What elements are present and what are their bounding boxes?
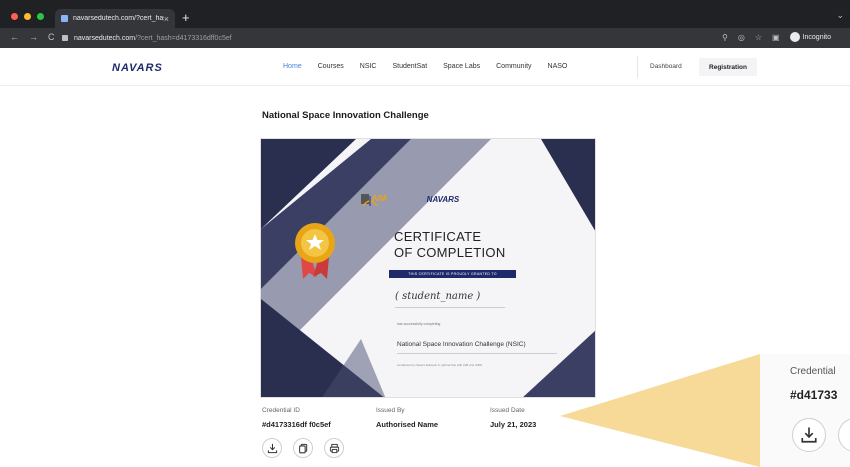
certificate-image: AIM NAVARS CERTIFICATE OF COMPLETION THI… xyxy=(260,138,596,398)
zoom-credential-label: Credential xyxy=(790,366,836,377)
zoom-actions xyxy=(792,418,850,452)
download-icon xyxy=(267,443,277,453)
download-button[interactable] xyxy=(262,438,282,458)
lock-icon xyxy=(62,35,68,41)
program-underline xyxy=(397,353,557,354)
nav-naso[interactable]: NASO xyxy=(548,63,568,70)
nav-community[interactable]: Community xyxy=(496,63,531,70)
issued-by-field: Issued By Authorised Name xyxy=(376,407,490,429)
issued-date-value: July 21, 2023 xyxy=(490,420,537,429)
favicon-icon xyxy=(61,15,68,22)
incognito-label: Incognito xyxy=(802,33,831,41)
print-icon xyxy=(329,443,339,453)
forward-button[interactable]: → xyxy=(29,32,38,42)
new-tab-button[interactable]: + xyxy=(182,10,190,25)
zoom-download-icon xyxy=(801,427,817,443)
back-button[interactable]: ← xyxy=(10,32,19,42)
certificate-footnote: conducted by Navars Edutech in partnersh… xyxy=(397,363,483,367)
copy-button[interactable] xyxy=(293,438,313,458)
credential-id-field: Credential ID #d4173316df f0c5ef xyxy=(262,407,376,429)
page-title: National Space Innovation Challenge xyxy=(262,110,429,121)
print-button[interactable] xyxy=(324,438,344,458)
dashboard-link[interactable]: Dashboard xyxy=(650,63,682,70)
reload-button[interactable]: C xyxy=(48,32,55,42)
address-bar-row: ← → C navarsedutech.com/?cert_hash=d4173… xyxy=(0,28,850,48)
certificate-heading-line1: CERTIFICATE xyxy=(394,229,482,244)
incognito-icon xyxy=(789,32,800,42)
certificate-program: National Space Innovation Challenge (NSI… xyxy=(397,341,526,348)
incognito-indicator[interactable]: Incognito xyxy=(789,32,831,42)
tab-search-chevron-icon[interactable]: ⌄ xyxy=(836,10,844,21)
credential-id-label: Credential ID xyxy=(262,407,300,414)
registration-button[interactable]: Registration xyxy=(699,58,757,76)
issued-by-label: Issued By xyxy=(376,407,405,414)
certificate-subtext: has successfully completing xyxy=(397,322,441,326)
star-icon[interactable]: ☆ xyxy=(755,33,762,42)
site-logo[interactable]: NAVARS xyxy=(112,62,163,74)
copy-icon xyxy=(298,443,307,453)
maximize-window-button[interactable] xyxy=(37,13,44,20)
nav-home[interactable]: Home xyxy=(283,63,302,70)
certificate-recipient: ( student_name ) xyxy=(395,291,481,302)
tab-close-icon[interactable]: × xyxy=(164,14,169,24)
browser-tab-bar: navarsedutech.com/?cert_has × + ⌄ xyxy=(0,0,850,28)
nav-space-labs[interactable]: Space Labs xyxy=(443,63,480,70)
issued-by-value: Authorised Name xyxy=(376,420,439,429)
eye-off-icon[interactable]: ◎ xyxy=(738,33,745,42)
header-divider xyxy=(637,56,638,78)
window-controls xyxy=(11,13,44,20)
nav-courses[interactable]: Courses xyxy=(318,63,344,70)
side-panel-icon[interactable]: ▣ xyxy=(772,33,780,42)
zoom-inset: Credential #d41733 xyxy=(760,354,850,467)
isro-logo-icon xyxy=(362,196,378,207)
certificate-heading: CERTIFICATE OF COMPLETION xyxy=(394,229,506,261)
issued-date-field: Issued Date July 21, 2023 xyxy=(490,407,604,429)
zoom-download-button[interactable] xyxy=(792,418,826,452)
url-field[interactable]: navarsedutech.com/?cert_hash=d4173316dff… xyxy=(62,31,662,45)
certificate-background xyxy=(261,139,595,397)
url-host: navarsedutech.com xyxy=(74,34,136,42)
browser-tab[interactable]: navarsedutech.com/?cert_has × xyxy=(55,9,175,28)
certificate-heading-line2: OF COMPLETION xyxy=(394,245,506,260)
close-window-button[interactable] xyxy=(11,13,18,20)
zoom-icon[interactable]: ⚲ xyxy=(722,33,728,42)
certificate-banner: THIS CERTIFICATE IS PROUDLY GRANTED TO xyxy=(389,270,516,278)
url-path: /?cert_hash=d4173316dff0c5ef xyxy=(135,34,232,42)
certificate-navars-logo: NAVARS xyxy=(426,194,460,204)
issued-date-label: Issued Date xyxy=(490,407,525,414)
recipient-underline xyxy=(395,307,505,308)
zoom-copy-button[interactable] xyxy=(838,418,850,452)
site-header: NAVARS Home Courses NSIC StudentSat Spac… xyxy=(0,48,850,86)
credential-details: Credential ID #d4173316df f0c5ef Issued … xyxy=(262,407,604,429)
certificate-logos: AIM NAVARS xyxy=(361,194,460,207)
nav-studentsat[interactable]: StudentSat xyxy=(393,63,428,70)
minimize-window-button[interactable] xyxy=(24,13,31,20)
certificate-actions xyxy=(262,438,344,458)
credential-id-value: #d4173316df f0c5ef xyxy=(262,420,331,429)
zoom-credential-value: #d41733 xyxy=(790,388,838,402)
tab-title: navarsedutech.com/?cert_has xyxy=(73,15,164,22)
main-nav: Home Courses NSIC StudentSat Space Labs … xyxy=(283,63,567,70)
nav-nsic[interactable]: NSIC xyxy=(360,63,377,70)
